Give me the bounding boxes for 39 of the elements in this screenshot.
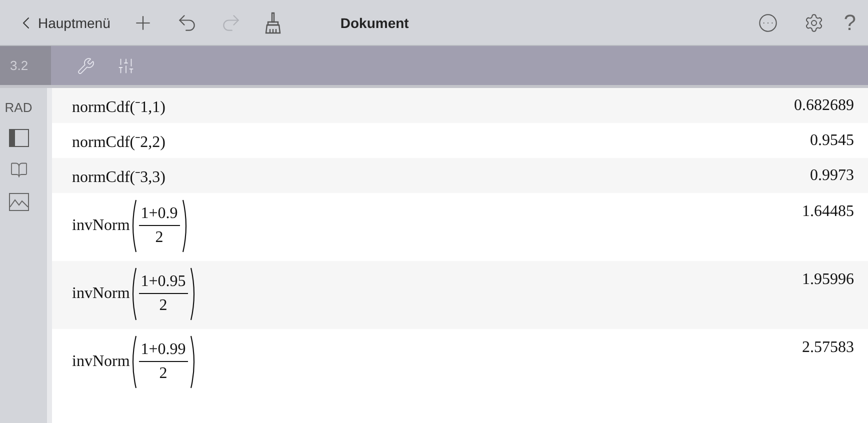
numerator: 1+0.99 (138, 341, 188, 362)
denominator: 2 (155, 228, 164, 247)
parenthesis-mark (130, 335, 137, 389)
expression: normCdf(⁻1,1) (72, 98, 166, 116)
result-value: 0.9545 (810, 132, 854, 150)
result-value: 1.64485 (802, 203, 854, 221)
page-number: 3.2 (0, 46, 51, 85)
layout-button[interactable] (8, 129, 28, 147)
function-name: invNorm (72, 353, 130, 371)
graph-button[interactable] (8, 193, 28, 211)
result-value: 0.9973 (810, 166, 854, 184)
numerator: 1+0.95 (138, 273, 188, 294)
numerator: 1+0.9 (138, 205, 180, 226)
result-value: 2.57583 (802, 339, 854, 357)
expression: normCdf(⁻2,2) (72, 132, 166, 152)
parenthesis-mark (182, 199, 189, 253)
settings-sliders-button[interactable] (117, 56, 135, 74)
parenthesis-mark (190, 267, 197, 321)
denominator: 2 (159, 296, 168, 315)
layout-icon (8, 129, 28, 147)
expression: normCdf(⁻3,3) (72, 168, 166, 186)
graph-icon (8, 193, 28, 211)
parenthesis-mark (190, 335, 197, 389)
result-value: 1.95996 (802, 271, 854, 289)
book-button[interactable] (10, 161, 28, 179)
clear-button[interactable] (264, 12, 282, 34)
parenthesis-mark (130, 267, 137, 321)
result-value: 0.682689 (794, 96, 854, 114)
more-button[interactable] (758, 12, 778, 32)
back-button[interactable]: Hauptmenü (16, 12, 110, 32)
function-name: invNorm (72, 285, 130, 303)
angle-mode: RAD (4, 100, 32, 115)
parenthesis-mark (130, 199, 137, 253)
denominator: 2 (159, 364, 168, 383)
help-button[interactable]: ? (844, 10, 856, 36)
function-name: invNorm (72, 217, 130, 235)
book-icon (10, 161, 28, 179)
document-title: Dokument (340, 14, 410, 30)
settings-button[interactable] (804, 12, 824, 32)
